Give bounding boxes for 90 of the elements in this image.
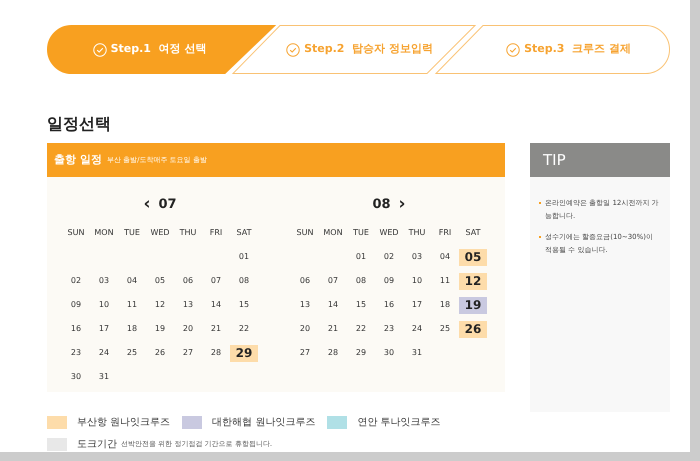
weekday-label: THU bbox=[178, 227, 198, 239]
calendar-day[interactable]: 21 bbox=[210, 323, 222, 335]
calendar-day[interactable]: 02 bbox=[384, 251, 394, 263]
calendar-day[interactable]: 21 bbox=[328, 323, 338, 335]
calendar-day[interactable]: 01 bbox=[238, 251, 250, 263]
legend-label: 부산항 원나잇크루즈 bbox=[77, 416, 170, 430]
month-label: 07 bbox=[158, 196, 177, 214]
calendar-day[interactable]: 17 bbox=[98, 323, 110, 335]
weekday-label: FRI bbox=[438, 227, 452, 239]
calendar-day[interactable]: 17 bbox=[412, 299, 422, 311]
weekday-label: TUE bbox=[352, 227, 370, 239]
tip-title: TIP bbox=[543, 150, 566, 171]
legend-label: 도크기간 bbox=[77, 438, 117, 452]
calendar-day[interactable]: 11 bbox=[440, 275, 450, 287]
calendar-day[interactable]: 24 bbox=[412, 323, 422, 335]
calendar-day[interactable]: 06 bbox=[300, 275, 310, 287]
calendar-day[interactable]: 06 bbox=[182, 275, 194, 287]
calendar-day[interactable]: 20 bbox=[300, 323, 310, 335]
calendar-day[interactable]: 16 bbox=[384, 299, 394, 311]
weekday-label: TUE bbox=[123, 227, 141, 239]
calendar-day[interactable]: 22 bbox=[356, 323, 366, 335]
calendar-day[interactable]: 26 bbox=[154, 347, 166, 359]
calendar-day[interactable]: 18 bbox=[440, 299, 450, 311]
calendar-day[interactable]: 29 bbox=[230, 344, 258, 362]
calendar-day[interactable]: 11 bbox=[126, 299, 138, 311]
weekday-label: THU bbox=[408, 227, 426, 239]
calendar-day[interactable]: 16 bbox=[70, 323, 82, 335]
calendar-day[interactable]: 23 bbox=[384, 323, 394, 335]
calendar-day[interactable]: 31 bbox=[98, 371, 110, 383]
weekday-label: SUN bbox=[296, 227, 314, 239]
calendar-day[interactable]: 28 bbox=[328, 347, 338, 359]
calendar-day[interactable]: 12 bbox=[459, 272, 487, 290]
calendar-day[interactable]: 07 bbox=[328, 275, 338, 287]
calendar-day[interactable]: 22 bbox=[238, 323, 250, 335]
calendar-day[interactable]: 30 bbox=[70, 371, 82, 383]
calendar-day[interactable]: 01 bbox=[356, 251, 366, 263]
page-title: 일정선택 bbox=[47, 114, 112, 134]
calendar-day[interactable]: 13 bbox=[182, 299, 194, 311]
calendar-day[interactable]: 12 bbox=[154, 299, 166, 311]
weekday-label: MON bbox=[93, 227, 115, 239]
weekday-label: MON bbox=[322, 227, 344, 239]
calendar-day[interactable]: 08 bbox=[356, 275, 366, 287]
calendar-day[interactable]: 28 bbox=[210, 347, 222, 359]
legend-label: 연안 투나잇크루즈 bbox=[357, 416, 441, 430]
weekday-label: SAT bbox=[236, 227, 252, 239]
calendar-day[interactable]: 08 bbox=[238, 275, 250, 287]
calendar-day[interactable]: 09 bbox=[384, 275, 394, 287]
calendar-day[interactable]: 23 bbox=[70, 347, 82, 359]
calendar-day[interactable]: 04 bbox=[126, 275, 138, 287]
calendar-day[interactable]: 13 bbox=[300, 299, 310, 311]
calendar-day[interactable]: 03 bbox=[98, 275, 110, 287]
weekday-label: WED bbox=[378, 227, 400, 239]
month-label: 08 bbox=[372, 196, 391, 214]
weekday-label: WED bbox=[149, 227, 171, 239]
calendar-day[interactable]: 14 bbox=[328, 299, 338, 311]
calendar-day[interactable]: 10 bbox=[412, 275, 422, 287]
check-circle-icon bbox=[286, 42, 300, 56]
previous-month-button[interactable]: ‹ bbox=[143, 192, 150, 218]
calendar-day[interactable]: 30 bbox=[384, 347, 394, 359]
calendar-day[interactable]: 24 bbox=[98, 347, 110, 359]
check-circle-icon bbox=[92, 42, 107, 56]
legend-label: 대한해협 원나잇크루즈 bbox=[212, 416, 316, 430]
calendar-day[interactable]: 07 bbox=[210, 275, 222, 287]
next-month-button[interactable]: › bbox=[398, 192, 406, 218]
weekday-label: SUN bbox=[66, 227, 86, 239]
calendar-day[interactable]: 05 bbox=[459, 248, 487, 266]
calendar-day[interactable]: 29 bbox=[356, 347, 366, 359]
calendar-day[interactable]: 19 bbox=[459, 296, 487, 314]
calendar-day[interactable]: 18 bbox=[126, 323, 138, 335]
calendar-day[interactable]: 09 bbox=[70, 299, 82, 311]
schedule-title: 출항 일정 bbox=[54, 152, 102, 168]
calendar-day[interactable]: 27 bbox=[300, 347, 310, 359]
weekday-label: SAT bbox=[464, 227, 482, 239]
calendar-day[interactable]: 26 bbox=[459, 320, 487, 338]
calendar-day[interactable]: 05 bbox=[154, 275, 166, 287]
calendar-day[interactable]: 27 bbox=[182, 347, 194, 359]
check-circle-icon bbox=[506, 42, 520, 56]
calendar-day[interactable]: 31 bbox=[412, 347, 422, 359]
calendar-day[interactable]: 10 bbox=[98, 299, 110, 311]
calendar-day[interactable]: 25 bbox=[126, 347, 138, 359]
calendar-day[interactable]: 04 bbox=[440, 251, 450, 263]
calendar-day[interactable]: 14 bbox=[210, 299, 222, 311]
calendar-day[interactable]: 20 bbox=[182, 323, 194, 335]
calendar-day[interactable]: 03 bbox=[412, 251, 422, 263]
calendar-day[interactable]: 25 bbox=[440, 323, 450, 335]
calendar-day[interactable]: 15 bbox=[238, 299, 250, 311]
calendar-day[interactable]: 02 bbox=[70, 275, 82, 287]
calendar-day[interactable]: 19 bbox=[154, 323, 166, 335]
weekday-label: FRI bbox=[208, 227, 224, 239]
calendar-day[interactable]: 15 bbox=[356, 299, 366, 311]
